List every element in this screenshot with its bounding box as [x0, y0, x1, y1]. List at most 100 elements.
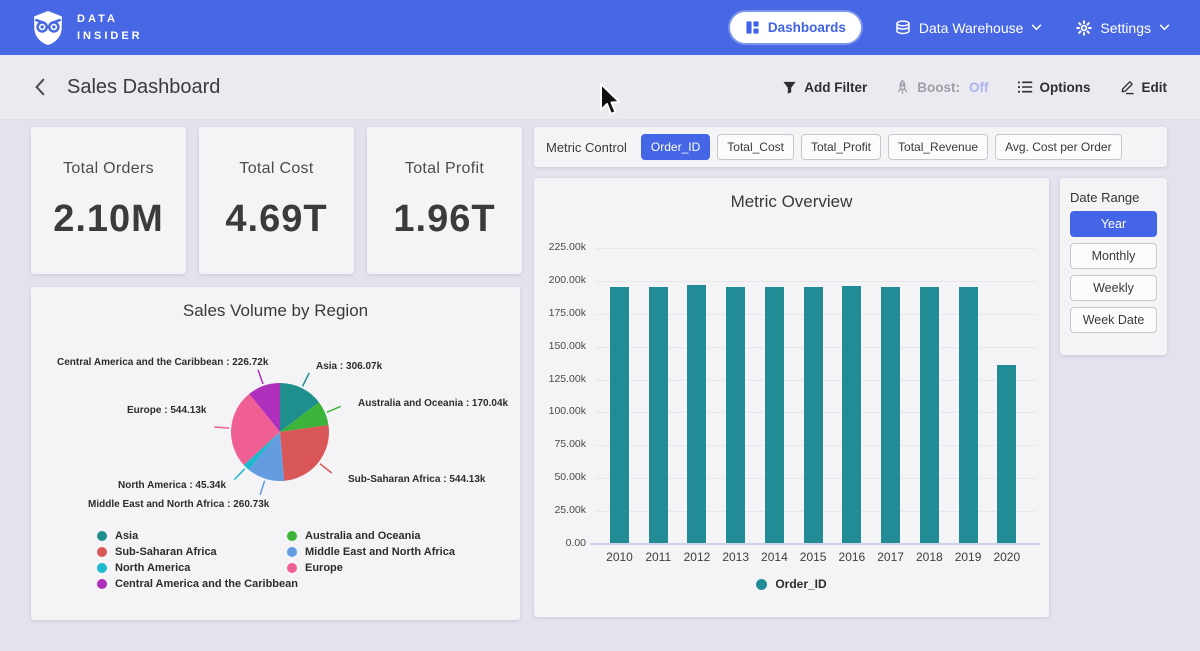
y-axis-tick: 150.00k	[534, 340, 586, 352]
bar-2018[interactable]	[920, 287, 939, 544]
logo-text-line2: INSIDER	[77, 28, 143, 45]
page-header: Sales Dashboard Add Filter Boost: Off	[0, 55, 1200, 120]
gear-icon	[1076, 20, 1092, 36]
bar-2013[interactable]	[726, 287, 745, 544]
x-axis-tick: 2014	[754, 550, 794, 564]
x-axis-tick: 2012	[677, 550, 717, 564]
kpi-label: Total Orders	[63, 160, 154, 178]
settings-label: Settings	[1100, 20, 1151, 36]
legend-label: Sub-Saharan Africa	[115, 546, 217, 558]
x-axis-tick: 2015	[793, 550, 833, 564]
date-range-button-weekly[interactable]: Weekly	[1070, 275, 1157, 301]
legend-label: Europe	[305, 562, 343, 574]
kpi-value: 2.10M	[53, 198, 164, 241]
date-range-button-monthly[interactable]: Monthly	[1070, 243, 1157, 269]
edit-label: Edit	[1142, 80, 1168, 95]
pie-leader-line	[214, 427, 229, 428]
y-axis-tick: 225.00k	[534, 241, 586, 253]
page-title: Sales Dashboard	[67, 76, 220, 99]
pie-label-middle-east-north-africa: Middle East and North Africa : 260.73k	[88, 499, 269, 510]
metric-button-avg-cost-per-order[interactable]: Avg. Cost per Order	[995, 134, 1122, 160]
metric-button-order-id[interactable]: Order_ID	[641, 134, 710, 160]
x-axis-tick: 2011	[638, 550, 678, 564]
legend-item: Asia	[97, 530, 138, 542]
date-range-panel: Date Range Year Monthly Weekly Week Date	[1060, 178, 1167, 355]
boost-value: Off	[969, 80, 989, 95]
pie-leader-line	[320, 464, 332, 473]
legend-item: North America	[97, 562, 190, 574]
pie-label-north-america: North America : 45.34k	[118, 480, 226, 491]
legend-dot	[287, 547, 297, 557]
settings-menu[interactable]: Settings	[1076, 20, 1170, 36]
boost-label: Boost:	[917, 80, 960, 95]
pie-label-australia-oceania: Australia and Oceania : 170.04k	[358, 398, 508, 409]
bar-2011[interactable]	[649, 287, 668, 544]
dashboards-button[interactable]: Dashboards	[730, 12, 861, 43]
gridline	[596, 248, 1036, 249]
data-warehouse-menu[interactable]: Data Warehouse	[895, 20, 1043, 36]
gridline	[596, 281, 1036, 282]
x-axis-line	[590, 543, 1040, 545]
bar-2010[interactable]	[610, 287, 629, 544]
legend-dot	[97, 563, 107, 573]
legend-label: Order_ID	[775, 577, 826, 591]
database-icon	[895, 20, 911, 36]
bar-2019[interactable]	[959, 287, 978, 544]
sales-volume-by-region-card: Sales Volume by Region Asia : 306.07k Au…	[31, 287, 520, 620]
pie-label-europe: Europe : 544.13k	[127, 405, 206, 416]
kpi-card-total-profit: Total Profit 1.96T	[367, 127, 522, 274]
legend-item: Europe	[287, 562, 343, 574]
bar-2017[interactable]	[881, 287, 900, 544]
bar-2014[interactable]	[765, 287, 784, 544]
date-range-button-week-date[interactable]: Week Date	[1070, 307, 1157, 333]
app-logo: DATA INSIDER	[30, 10, 143, 46]
bar-2015[interactable]	[804, 287, 823, 544]
bar-2016[interactable]	[842, 286, 861, 544]
x-axis-tick: 2020	[987, 550, 1027, 564]
pie-label-sub-saharan-africa: Sub-Saharan Africa : 544.13k	[348, 474, 485, 485]
options-button[interactable]: Options	[1017, 80, 1091, 95]
legend-item: Central America and the Caribbean	[97, 578, 298, 590]
legend-label: North America	[115, 562, 190, 574]
y-axis-tick: 125.00k	[534, 373, 586, 385]
boost-toggle[interactable]: Boost: Off	[895, 79, 988, 95]
metric-button-total-revenue[interactable]: Total_Revenue	[888, 134, 988, 160]
date-range-label: Date Range	[1070, 190, 1157, 205]
metric-button-total-profit[interactable]: Total_Profit	[801, 134, 881, 160]
x-axis-tick: 2017	[871, 550, 911, 564]
add-filter-label: Add Filter	[804, 80, 867, 95]
filter-funnel-icon	[782, 80, 797, 95]
pie-leader-line	[260, 481, 265, 495]
kpi-card-total-orders: Total Orders 2.10M	[31, 127, 186, 274]
bar-2020[interactable]	[997, 365, 1016, 544]
bar-chart[interactable]: 225.00k200.00k175.00k150.00k125.00k100.0…	[534, 178, 1049, 617]
pie-slice-2[interactable]	[280, 425, 329, 481]
pie-label-asia: Asia : 306.07k	[316, 361, 382, 372]
bar-legend: Order_ID	[534, 577, 1049, 591]
bar-2012[interactable]	[687, 285, 706, 544]
kpi-label: Total Cost	[239, 160, 313, 178]
back-button[interactable]	[33, 78, 47, 96]
legend-label: Australia and Oceania	[305, 530, 421, 542]
legend-dot	[287, 531, 297, 541]
y-axis-tick: 25.00k	[534, 504, 586, 516]
options-list-icon	[1017, 80, 1033, 94]
metric-button-total-cost[interactable]: Total_Cost	[717, 134, 794, 160]
edit-button[interactable]: Edit	[1119, 79, 1168, 95]
pie-chart[interactable]	[210, 362, 350, 502]
x-axis-tick: 2010	[600, 550, 640, 564]
chevron-down-icon	[1031, 24, 1042, 31]
legend-item: Australia and Oceania	[287, 530, 421, 542]
metric-overview-card: Metric Overview 225.00k200.00k175.00k150…	[534, 178, 1049, 617]
date-range-button-year[interactable]: Year	[1070, 211, 1157, 237]
pie-leader-line	[327, 406, 341, 412]
kpi-value: 4.69T	[225, 198, 327, 241]
x-axis-tick: 2013	[716, 550, 756, 564]
pie-leader-line	[258, 370, 263, 384]
dashboard-grid-icon	[745, 20, 760, 35]
add-filter-button[interactable]: Add Filter	[782, 80, 867, 95]
legend-dot	[97, 547, 107, 557]
rocket-icon	[895, 79, 910, 95]
owl-logo-icon	[30, 10, 66, 46]
data-warehouse-label: Data Warehouse	[919, 20, 1024, 36]
